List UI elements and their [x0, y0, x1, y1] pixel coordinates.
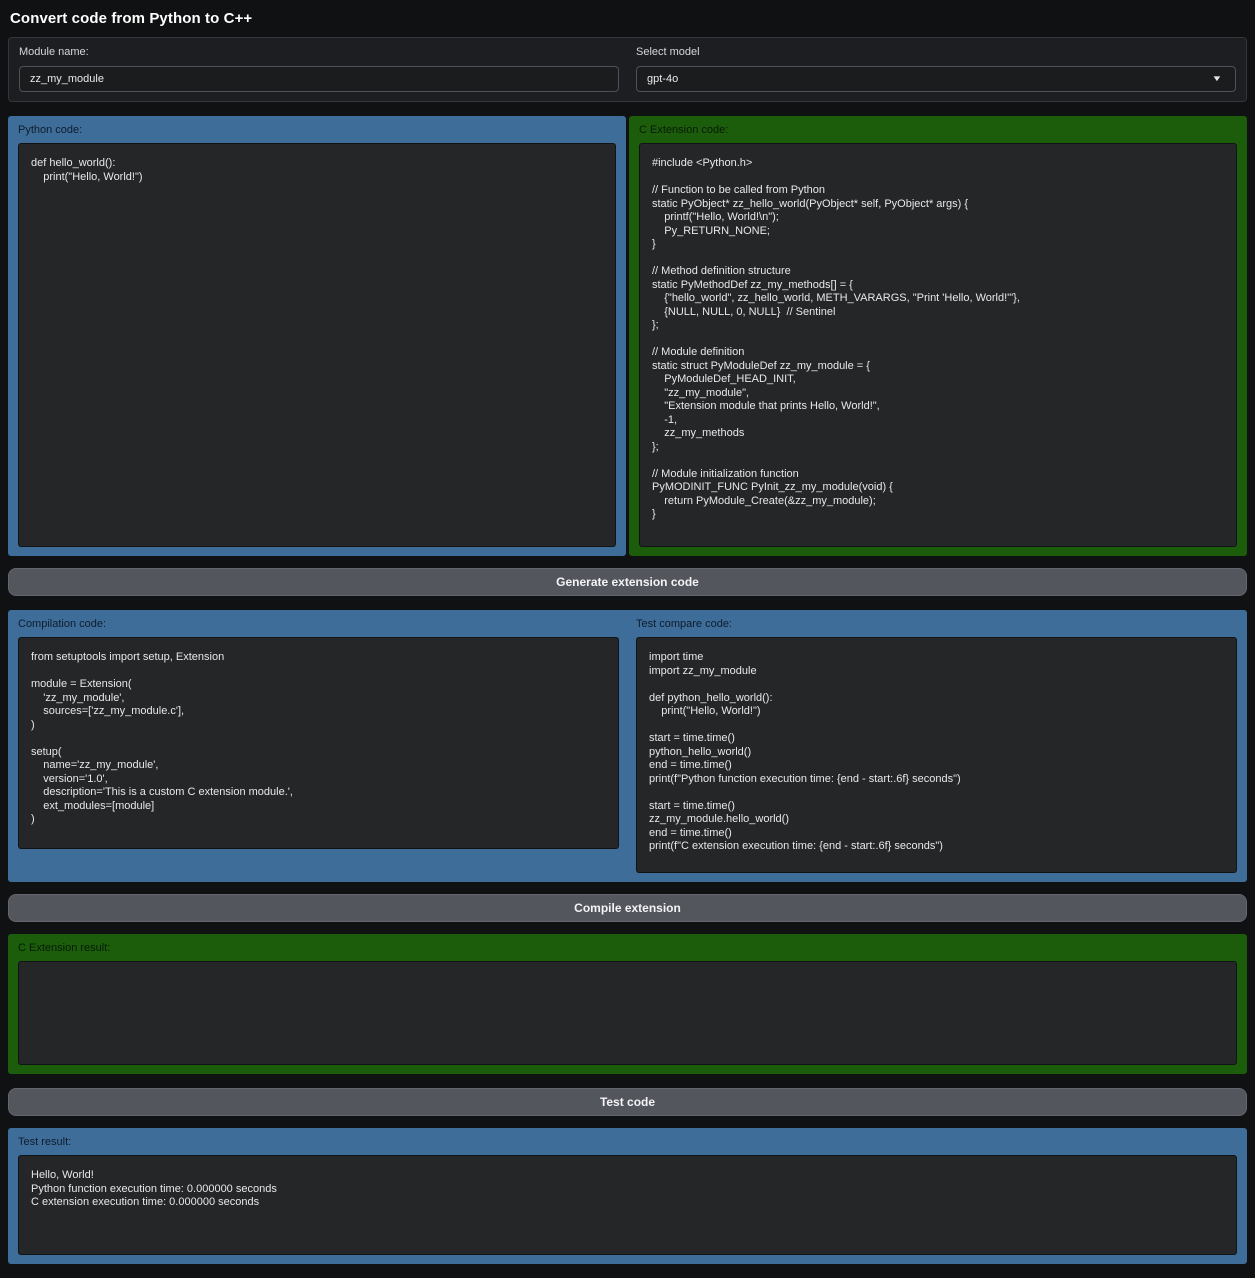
model-select[interactable]: gpt-4o ▼ [636, 66, 1236, 92]
top-controls-group: Module name: Select model gpt-4o ▼ [8, 37, 1247, 102]
test-compare-code-column: Test compare code: import time import zz… [636, 617, 1237, 873]
module-name-input[interactable] [19, 66, 619, 92]
test-compare-code-editor[interactable]: import time import zz_my_module def pyth… [636, 637, 1237, 873]
c-extension-code-label: C Extension code: [639, 123, 1237, 137]
c-extension-result-label: C Extension result: [18, 941, 1237, 955]
python-code-label: Python code: [18, 123, 616, 137]
chevron-down-icon: ▼ [1211, 75, 1222, 83]
c-extension-code-panel: C Extension code: #include <Python.h> //… [629, 116, 1247, 556]
c-extension-result-panel: C Extension result: [8, 934, 1247, 1074]
model-select-field-group: Select model gpt-4o ▼ [636, 46, 1236, 92]
compilation-code-editor[interactable]: from setuptools import setup, Extension … [18, 637, 619, 849]
compilation-code-label: Compilation code: [18, 617, 106, 631]
compile-extension-button[interactable]: Compile extension [8, 894, 1247, 922]
c-extension-result-output[interactable] [18, 961, 1237, 1065]
compilation-group-panel: Compilation code: from setuptools import… [8, 610, 1247, 882]
code-panels-row: Python code: def hello_world(): print("H… [8, 116, 1247, 556]
test-result-output[interactable]: Hello, World! Python function execution … [18, 1155, 1237, 1255]
model-select-label: Select model [636, 46, 1236, 59]
python-code-editor[interactable]: def hello_world(): print("Hello, World!"… [18, 143, 616, 547]
test-code-button[interactable]: Test code [8, 1088, 1247, 1116]
module-name-field-group: Module name: [19, 46, 619, 92]
test-compare-code-label: Test compare code: [636, 617, 732, 631]
test-result-label: Test result: [18, 1135, 1237, 1149]
page-title: Convert code from Python to C++ [8, 8, 1247, 37]
model-select-value: gpt-4o [647, 73, 678, 85]
c-extension-code-editor[interactable]: #include <Python.h> // Function to be ca… [639, 143, 1237, 547]
generate-extension-code-button[interactable]: Generate extension code [8, 568, 1247, 596]
module-name-label: Module name: [19, 46, 619, 59]
compilation-code-column: Compilation code: from setuptools import… [18, 617, 619, 873]
python-code-panel: Python code: def hello_world(): print("H… [8, 116, 626, 556]
test-result-panel: Test result: Hello, World! Python functi… [8, 1128, 1247, 1264]
